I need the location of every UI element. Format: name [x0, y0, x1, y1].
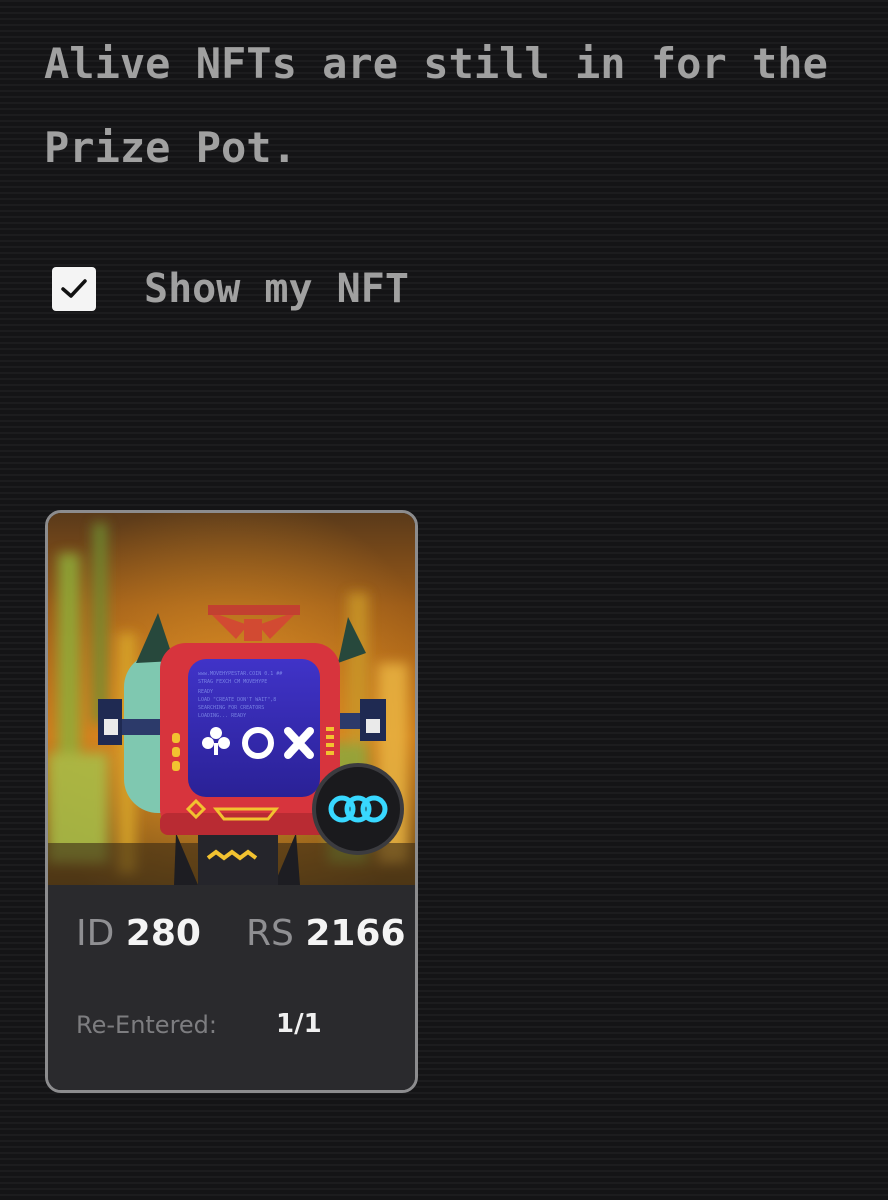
svg-text:LOADING... READY: LOADING... READY: [198, 713, 246, 719]
reentered-value: 1/1: [276, 1009, 322, 1039]
nft-rs-value: 2166: [305, 913, 406, 954]
reentered-label: Re-Entered:: [76, 1011, 217, 1039]
nft-rs: RS 2166: [246, 913, 406, 954]
nft-id-label: ID: [76, 913, 115, 954]
nft-id: ID 280: [76, 913, 201, 954]
nft-rs-label: RS: [246, 913, 294, 954]
intro-line-2: Prize Pot.: [44, 123, 297, 172]
svg-text:SEARCHING FOR CREATORS: SEARCHING FOR CREATORS: [198, 705, 264, 711]
nft-card[interactable]: www.MOVEHYPESTAR.COIN 0.1 ## STRAG FEXCH…: [45, 510, 418, 1093]
svg-text:LOAD "CREATE DON'T WAIT",8: LOAD "CREATE DON'T WAIT",8: [198, 697, 276, 703]
infinity-chain-icon: [312, 763, 404, 855]
checkmark-icon: [61, 279, 87, 298]
intro-text: Alive NFTs are still in for the Prize Po…: [44, 22, 844, 190]
nft-image: www.MOVEHYPESTAR.COIN 0.1 ## STRAG FEXCH…: [48, 513, 415, 885]
card-info: ID 280 RS 2166 Re-Entered: 1/1: [48, 885, 415, 1090]
svg-text:www.MOVEHYPESTAR.COIN 0.1 ##: www.MOVEHYPESTAR.COIN 0.1 ##: [198, 671, 282, 677]
intro-line-1: Alive NFTs are still in for the: [44, 39, 828, 88]
svg-text:READY: READY: [198, 689, 213, 695]
show-my-nft-toggle[interactable]: Show my NFT: [52, 266, 409, 312]
svg-text:STRAG FEXCH CM MOVEHYPE: STRAG FEXCH CM MOVEHYPE: [198, 679, 267, 685]
show-my-nft-checkbox[interactable]: [52, 267, 96, 311]
nft-id-value: 280: [125, 913, 201, 954]
show-my-nft-label: Show my NFT: [144, 266, 409, 312]
